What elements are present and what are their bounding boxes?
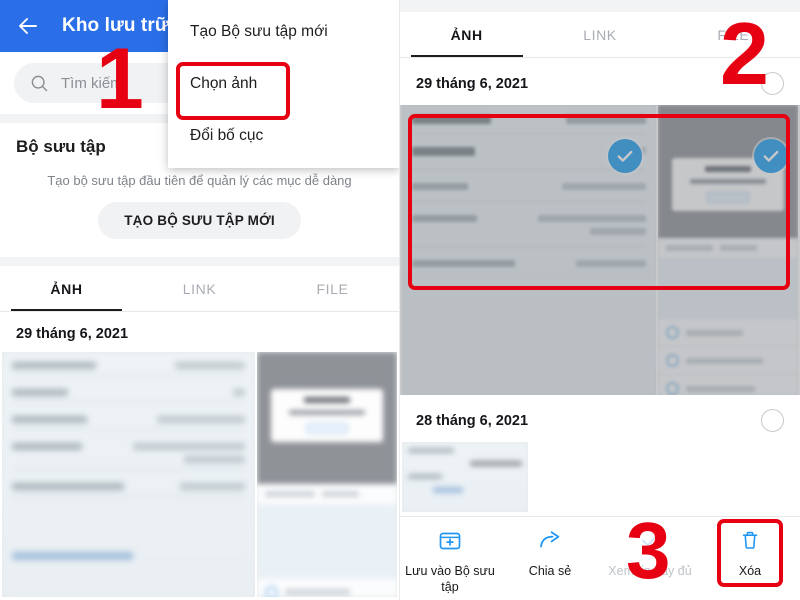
date-group-text: 29 tháng 6, 2021 <box>416 75 529 92</box>
action-label: Xóa <box>738 564 762 578</box>
action-label: Chia sẻ <box>528 564 572 578</box>
create-collection-button[interactable]: TẠO BỘ SƯU TẬP MỚI <box>98 202 301 239</box>
tutorial-screenshot: Kho lưu trữ Tìm kiếm Bộ sưu tập Tạo bộ s… <box>0 0 800 600</box>
date-group-text: 29 tháng 6, 2021 <box>16 326 129 342</box>
photo-thumbnail[interactable] <box>2 352 256 597</box>
selected-check-badge[interactable] <box>607 139 642 173</box>
left-screen: Kho lưu trữ Tìm kiếm Bộ sưu tập Tạo bộ s… <box>0 0 400 600</box>
menu-item-select-photo[interactable]: Chọn ảnh <box>168 58 399 110</box>
bottom-action-bar: Lưu vào Bộ sưu tập Chia sẻ Xem tin đầy đ… <box>400 516 800 600</box>
group-select-circle[interactable] <box>761 409 784 432</box>
blurred-screenshot-preview <box>257 352 397 597</box>
menu-item-create-collection[interactable]: Tạo Bộ sưu tập mới <box>168 6 399 58</box>
view-detail-icon <box>637 527 663 558</box>
arrow-left-icon[interactable] <box>16 14 40 38</box>
date-group-text: 28 tháng 6, 2021 <box>416 412 529 429</box>
photo-thumbnail-selected[interactable] <box>402 105 656 395</box>
page-title: Kho lưu trữ <box>62 15 169 36</box>
action-delete[interactable]: Xóa <box>700 527 800 580</box>
tab-file[interactable]: FILE <box>667 12 800 57</box>
date-group-label: 29 tháng 6, 2021 <box>0 312 399 352</box>
tab-file[interactable]: FILE <box>266 266 399 311</box>
search-icon <box>30 74 49 93</box>
tab-anh[interactable]: ẢNH <box>0 266 133 311</box>
blurred-document-preview <box>402 442 528 512</box>
tab-link[interactable]: LINK <box>533 12 666 57</box>
photo-grid <box>0 352 399 597</box>
blurred-document-preview <box>2 352 256 597</box>
top-strip <box>400 0 800 12</box>
action-share[interactable]: Chia sẻ <box>500 527 600 580</box>
photo-grid-selected <box>400 105 800 395</box>
group-select-circle[interactable] <box>761 72 784 95</box>
photo-thumbnail-selected[interactable] <box>657 105 798 395</box>
action-save-to-collection[interactable]: Lưu vào Bộ sưu tập <box>400 527 500 595</box>
collection-empty-text: Tạo bộ sưu tập đầu tiên để quản lý các m… <box>47 173 352 188</box>
tab-anh[interactable]: ẢNH <box>400 12 533 57</box>
trash-icon <box>737 527 763 558</box>
left-tab-bar: ẢNH LINK FILE <box>0 266 399 312</box>
menu-item-change-layout[interactable]: Đổi bố cục <box>168 110 399 162</box>
right-tab-bar: ẢNH LINK FILE <box>400 12 800 58</box>
right-screen: ẢNH LINK FILE 29 tháng 6, 2021 28 tháng … <box>400 0 800 600</box>
action-label: Xem tin đầy đủ <box>608 564 692 578</box>
date-group-label: 29 tháng 6, 2021 <box>400 58 800 105</box>
photo-thumbnail[interactable] <box>402 442 528 512</box>
tab-link[interactable]: LINK <box>133 266 266 311</box>
overflow-menu: Tạo Bộ sưu tập mới Chọn ảnh Đổi bố cục <box>168 0 399 168</box>
action-label: Lưu vào Bộ sưu tập <box>405 564 495 594</box>
share-arrow-icon <box>537 527 563 558</box>
add-to-collection-icon <box>437 527 463 558</box>
photo-grid-2 <box>400 442 800 512</box>
section-divider-2 <box>0 257 399 266</box>
date-group-label-2: 28 tháng 6, 2021 <box>400 395 800 442</box>
action-view-detail: Xem tin đầy đủ <box>600 527 700 580</box>
photo-thumbnail[interactable] <box>257 352 397 597</box>
search-placeholder: Tìm kiếm <box>61 74 123 92</box>
selected-check-badge[interactable] <box>754 139 788 173</box>
